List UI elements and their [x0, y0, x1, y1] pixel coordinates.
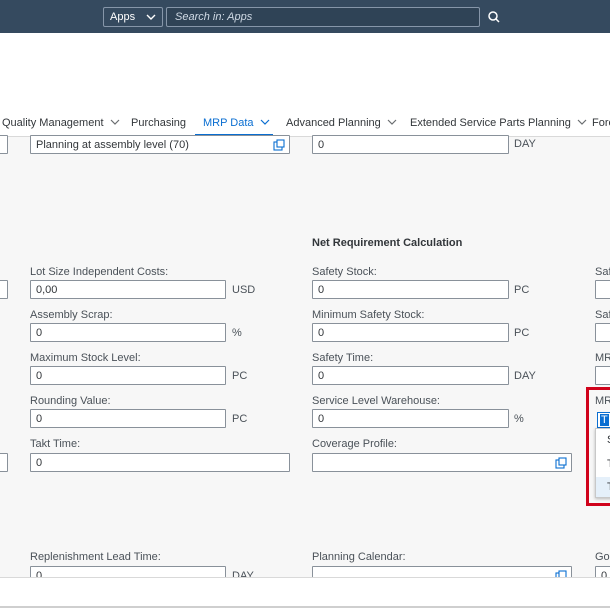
rounding-value-label: Rounding Value:: [30, 395, 111, 407]
apps-scope-select[interactable]: Apps: [103, 7, 163, 27]
top-mid-unit: DAY: [514, 138, 536, 150]
rounding-value-unit: PC: [232, 413, 248, 425]
takt-time-value: 0: [36, 457, 43, 469]
safety-time-label: Safety Time:: [312, 352, 374, 364]
safety-stock-value: 0: [318, 284, 325, 296]
safety-label-cut: Saf: [595, 309, 610, 321]
tab-extended-service-parts-planning[interactable]: Extended Service Parts Planning: [410, 117, 587, 129]
tab-label: Fore: [592, 117, 610, 129]
replenishment-lead-time-label: Replenishment Lead Time:: [30, 551, 161, 563]
tab-label: Advanced Planning: [286, 117, 381, 129]
service-level-warehouse-label: Service Level Warehouse:: [312, 395, 440, 407]
value-help-icon[interactable]: [273, 139, 285, 151]
tab-label: Quality Management: [2, 117, 104, 129]
min-safety-stock-value: 0: [318, 327, 325, 339]
assembly-scrap-value: 0: [36, 327, 43, 339]
search-input[interactable]: Search in: Apps: [166, 7, 480, 27]
planning-strategy-field[interactable]: Planning at assembly level (70): [30, 135, 290, 154]
min-safety-stock-field[interactable]: 0: [312, 323, 509, 342]
tab-forecast[interactable]: Fore: [592, 117, 610, 129]
max-stock-unit: PC: [232, 370, 248, 382]
tab-label: Purchasing: [131, 117, 187, 129]
top-mid-field[interactable]: 0: [312, 135, 509, 154]
tab-bar: Quality Management Purchasing MRP Data A…: [0, 111, 610, 137]
service-level-warehouse-unit: %: [514, 413, 524, 425]
cut-off-input[interactable]: [0, 280, 8, 299]
object-header: [0, 33, 610, 111]
service-level-warehouse-field[interactable]: 0: [312, 409, 509, 428]
tab-label: Extended Service Parts Planning: [410, 117, 571, 129]
section-title-net-requirement: Net Requirement Calculation: [312, 237, 463, 249]
apps-scope-label: Apps: [110, 11, 136, 23]
max-stock-value: 0: [36, 370, 43, 382]
assembly-scrap-unit: %: [232, 327, 242, 339]
safety-label-cut: Saf: [595, 266, 610, 278]
assembly-scrap-field[interactable]: 0: [30, 323, 226, 342]
rounding-value-field[interactable]: 0: [30, 409, 226, 428]
tab-quality-management[interactable]: Quality Management: [2, 117, 120, 129]
col3-field-2[interactable]: [595, 323, 610, 342]
max-stock-field[interactable]: 0: [30, 366, 226, 385]
min-safety-stock-unit: PC: [514, 327, 530, 339]
col3-field-1[interactable]: [595, 280, 610, 299]
safety-stock-label: Safety Stock:: [312, 266, 377, 278]
min-safety-stock-label: Minimum Safety Stock:: [312, 309, 425, 321]
chevron-down-icon: [387, 119, 397, 125]
safety-time-value: 0: [318, 370, 325, 382]
col3-field-3[interactable]: [595, 366, 610, 385]
tab-label: MRP Data: [203, 117, 254, 129]
planning-calendar-label: Planning Calendar:: [312, 551, 406, 563]
coverage-profile-label: Coverage Profile:: [312, 438, 397, 450]
mrp-label-cut: MR: [595, 352, 610, 364]
takt-time-field[interactable]: 0: [30, 453, 290, 472]
search-placeholder: Search in: Apps: [175, 11, 253, 23]
chevron-down-icon: [577, 119, 587, 125]
lot-size-costs-field[interactable]: 0,00: [30, 280, 226, 299]
footer-divider: [0, 606, 610, 608]
max-stock-label: Maximum Stock Level:: [30, 352, 141, 364]
search-icon[interactable]: [484, 8, 504, 26]
tab-advanced-planning[interactable]: Advanced Planning: [286, 117, 397, 129]
assembly-scrap-label: Assembly Scrap:: [30, 309, 113, 321]
tab-mrp-data[interactable]: MRP Data: [203, 117, 270, 129]
coverage-profile-field[interactable]: [312, 453, 572, 472]
service-level-warehouse-value: 0: [318, 413, 325, 425]
value-help-icon[interactable]: [555, 457, 567, 469]
highlight-frame: [586, 387, 610, 506]
safety-stock-field[interactable]: 0: [312, 280, 509, 299]
safety-stock-unit: PC: [514, 284, 530, 296]
top-mid-value: 0: [318, 139, 325, 151]
planning-strategy-value: Planning at assembly level (70): [36, 139, 189, 151]
lot-size-costs-unit: USD: [232, 284, 256, 296]
goods-receipt-label-cut: Go: [595, 551, 610, 563]
shell-bar: Apps Search in: Apps: [0, 0, 610, 33]
rounding-value-value: 0: [36, 413, 43, 425]
takt-time-label: Takt Time:: [30, 438, 81, 450]
cut-off-input[interactable]: [0, 453, 8, 472]
lot-size-costs-value: 0,00: [36, 284, 58, 296]
tab-purchasing[interactable]: Purchasing: [131, 117, 186, 129]
cut-off-input[interactable]: [0, 135, 8, 154]
chevron-down-icon: [260, 119, 269, 125]
lot-size-costs-label: Lot Size Independent Costs:: [30, 266, 169, 278]
chevron-down-icon: [146, 14, 156, 20]
safety-time-field[interactable]: 0: [312, 366, 509, 385]
safety-time-unit: DAY: [514, 370, 536, 382]
chevron-down-icon: [110, 119, 119, 125]
